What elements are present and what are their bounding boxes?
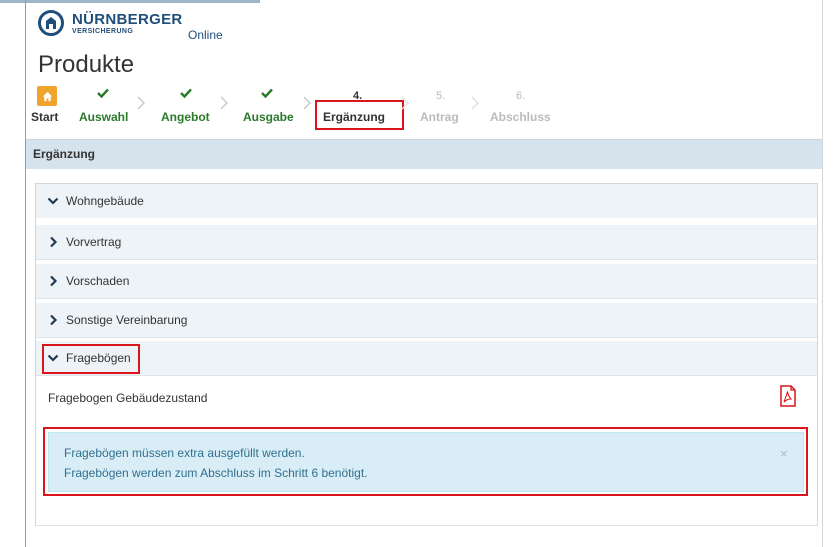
section-header bbox=[26, 139, 822, 169]
accordion-vorschaden[interactable]: Vorschaden bbox=[36, 264, 817, 299]
section-title: Ergänzung bbox=[33, 147, 95, 161]
page-title: Produkte bbox=[38, 51, 135, 78]
step-abschluss: Abschluss bbox=[490, 110, 551, 124]
accordion-vorvertrag[interactable]: Vorvertrag bbox=[36, 225, 817, 260]
step-number-6: 6. bbox=[516, 90, 526, 102]
chevron-right-icon bbox=[50, 236, 58, 248]
logo-text: NÜRNBERGER bbox=[72, 11, 183, 28]
step-auswahl[interactable]: Auswahl bbox=[79, 110, 128, 124]
step-antrag: Antrag bbox=[420, 110, 459, 124]
step-angebot[interactable]: Angebot bbox=[161, 110, 210, 124]
home-icon bbox=[42, 91, 52, 101]
chevron-right-icon bbox=[220, 96, 228, 110]
step-number-5: 5. bbox=[436, 90, 446, 102]
accordion-wohngebaeude[interactable]: Wohngebäude bbox=[36, 184, 817, 219]
logo-online-text: Online bbox=[188, 28, 223, 42]
alert-highlight bbox=[43, 427, 808, 496]
accordion-label: Vorschaden bbox=[66, 274, 130, 288]
check-icon bbox=[261, 88, 273, 98]
accordion-label: Vorvertrag bbox=[66, 235, 122, 249]
fragebogen-item-label: Fragebogen Gebäudezustand bbox=[48, 391, 208, 405]
accordion-body-wohngebaeude bbox=[36, 218, 817, 225]
right-border bbox=[822, 0, 823, 547]
pdf-icon[interactable] bbox=[779, 385, 797, 407]
chevron-right-icon bbox=[137, 96, 145, 110]
chevron-right-icon bbox=[401, 96, 409, 110]
home-button[interactable] bbox=[37, 86, 57, 106]
accordion-bottom-divider bbox=[36, 525, 817, 526]
check-icon bbox=[97, 88, 109, 98]
chevron-right-icon bbox=[303, 96, 311, 110]
step-ausgabe[interactable]: Ausgabe bbox=[243, 110, 294, 124]
check-icon bbox=[180, 88, 192, 98]
app-header: NÜRNBERGER VERSICHERUNG Online bbox=[26, 3, 822, 43]
accordion-label: Wohngebäude bbox=[66, 194, 144, 208]
current-step-highlight bbox=[315, 100, 404, 130]
logo-subtext: VERSICHERUNG bbox=[72, 28, 134, 35]
accordion-sonstige-vereinbarung[interactable]: Sonstige Vereinbarung bbox=[36, 303, 817, 338]
chevron-right-icon bbox=[471, 96, 479, 110]
accordion-label: Sonstige Vereinbarung bbox=[66, 313, 188, 327]
chevron-right-icon bbox=[50, 275, 58, 287]
accordion-frageboegen[interactable]: Fragebögen bbox=[36, 341, 817, 376]
chevron-right-icon bbox=[50, 314, 58, 326]
chevron-down-icon bbox=[47, 197, 59, 205]
step-start-label[interactable]: Start bbox=[31, 110, 58, 124]
frageboegen-highlight bbox=[42, 344, 140, 374]
left-border bbox=[25, 0, 26, 547]
logo-icon bbox=[38, 10, 64, 36]
